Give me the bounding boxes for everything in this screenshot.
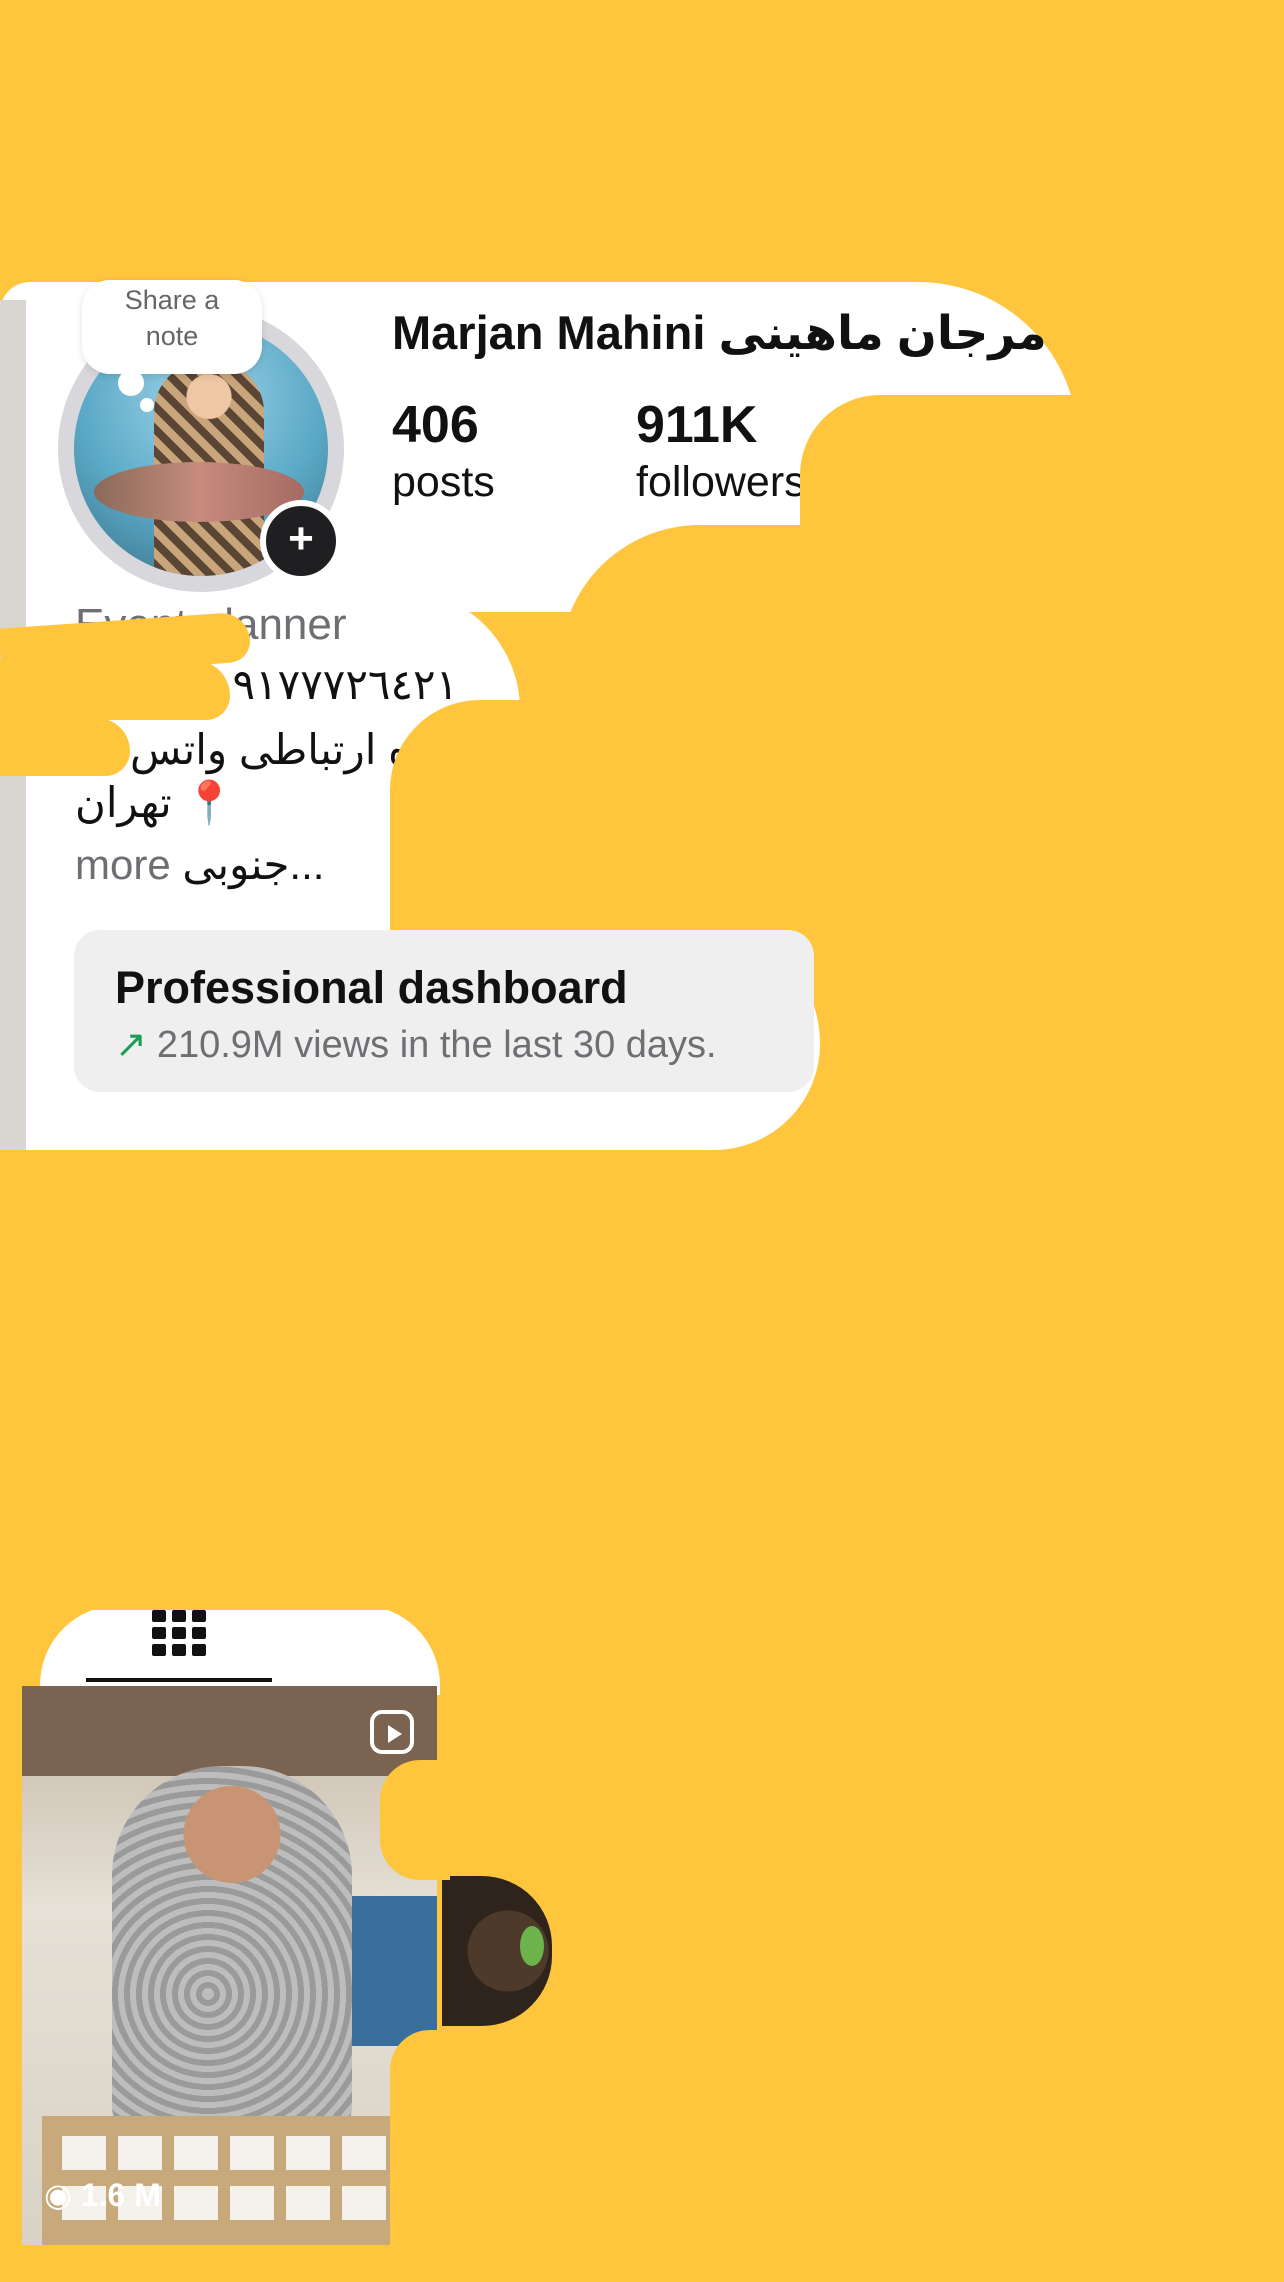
cover-mark-bio-2: [0, 660, 230, 720]
thumbnail-leaf: [520, 1926, 544, 1966]
grid-item-reel[interactable]: [22, 1686, 437, 2246]
profile-name: Marjan Mahini مرجان ماهینی: [392, 306, 1047, 359]
add-story-plus-icon[interactable]: +: [260, 500, 342, 582]
bio-phone[interactable]: ۰۹۱۷۷۷۲٦٤۲۱: [210, 660, 458, 709]
note-bubble-tail: [118, 370, 144, 396]
followers-count[interactable]: 911K: [636, 395, 757, 455]
posts-count[interactable]: 406: [392, 395, 479, 455]
followers-label[interactable]: followers: [636, 458, 806, 507]
cover-mark-dashboard-right: [820, 930, 1284, 1170]
bio-more-link[interactable]: more: [75, 841, 171, 888]
cover-mark-bottom-right: [440, 1600, 1284, 2282]
cover-mark-header-2: [560, 525, 1284, 665]
cover-mark-bio-3: [0, 718, 130, 776]
grid-icon[interactable]: [152, 1610, 208, 1656]
bio-location: تهران 📍: [75, 779, 236, 826]
dashboard-title[interactable]: Professional dashboard: [115, 962, 628, 1014]
posts-label[interactable]: posts: [392, 458, 495, 507]
cover-mark-header: [800, 395, 1284, 535]
cover-mark-middle: [0, 1150, 1284, 1610]
cover-mark-bottom: [0, 2245, 450, 2282]
reel-views-count: 1.6 M: [80, 2177, 161, 2213]
eye-icon: ◉: [44, 2177, 72, 2213]
note-line-2: note: [145, 321, 199, 351]
cover-mark-left-edge: [0, 1700, 22, 2282]
dashboard-views-text: 210.9M views in the last 30 days.: [156, 1024, 717, 1066]
dashboard-subtitle[interactable]: ↗ 210.9M views in the last 30 days.: [115, 1022, 717, 1067]
note-line-1: Share a: [124, 285, 220, 315]
cover-mark-reel-edge: [380, 1760, 450, 1880]
bio-line-4: more جنوبی...: [75, 840, 324, 889]
thumbnail-bag: [352, 1896, 437, 2046]
thumbnail-person: [112, 1766, 352, 2146]
share-note-bubble[interactable]: Share a note: [82, 280, 262, 374]
note-bubble-tail-small: [140, 398, 154, 412]
active-tab-indicator: [86, 1678, 272, 1682]
arrow-up-right-icon: ↗: [115, 1024, 147, 1066]
reel-views: ◉ 1.6 M: [44, 2176, 161, 2214]
reels-icon: [370, 1710, 414, 1754]
cover-mark-bio-right: [390, 700, 1284, 930]
bio-line-4-text: جنوبی...: [182, 841, 325, 888]
